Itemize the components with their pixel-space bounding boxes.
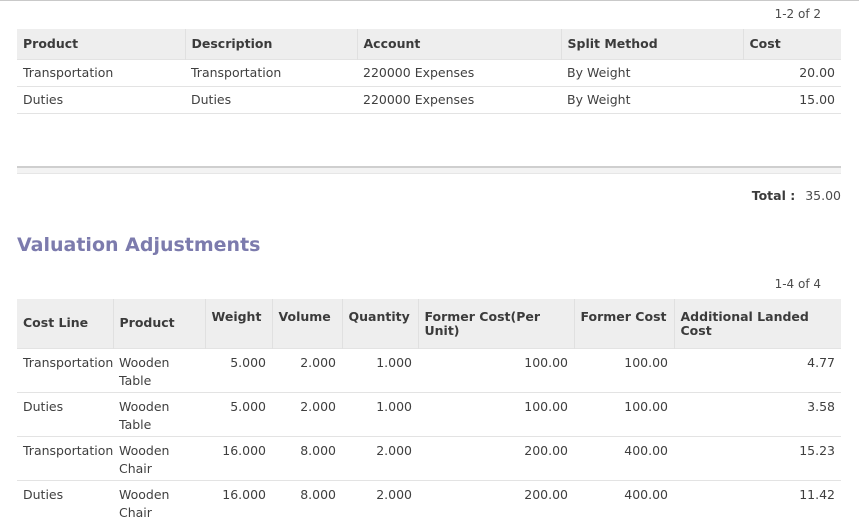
total-summary: Total : 35.00 [752, 188, 841, 203]
col-weight[interactable]: Weight [205, 299, 273, 348]
cell-weight: 5.000 [205, 347, 272, 392]
landed-cost-form: 1-2 of 2 Product Description Account Spl… [0, 0, 859, 523]
cell-quantity: 1.000 [342, 347, 418, 392]
col-product[interactable]: Product [17, 29, 186, 59]
cell-volume: 8.000 [272, 435, 342, 480]
col-account[interactable]: Account [357, 29, 562, 59]
cell-product: Wooden Chair [113, 479, 205, 523]
col-former-cost-per-unit[interactable]: Former Cost(Per Unit) [418, 299, 575, 348]
cell-former-cost: 100.00 [574, 347, 674, 392]
cell-weight: 16.000 [205, 435, 272, 480]
cell-account: 220000 Expenses [357, 85, 561, 113]
table-row[interactable]: Transportation Wooden Chair 16.000 8.000… [17, 435, 841, 480]
cell-cost: 15.00 [743, 85, 841, 113]
table-row[interactable]: Transportation Transportation 220000 Exp… [17, 58, 841, 86]
col-cost-line[interactable]: Cost Line [17, 299, 114, 348]
cost-lines-pager[interactable]: 1-2 of 2 [775, 7, 821, 21]
cell-former-cost-per-unit: 100.00 [418, 391, 574, 436]
cell-cost-line: Duties [17, 391, 113, 436]
cell-additional-landed-cost: 3.58 [674, 391, 841, 436]
cell-additional-landed-cost: 11.42 [674, 479, 841, 523]
cell-former-cost: 100.00 [574, 391, 674, 436]
col-product[interactable]: Product [113, 299, 206, 348]
cell-description: Transportation [185, 58, 357, 86]
table-row[interactable]: Transportation Wooden Table 5.000 2.000 … [17, 347, 841, 392]
cell-additional-landed-cost: 15.23 [674, 435, 841, 480]
table-row[interactable]: Duties Wooden Chair 16.000 8.000 2.000 2… [17, 479, 841, 523]
cell-former-cost: 400.00 [574, 435, 674, 480]
col-former-cost[interactable]: Former Cost [574, 299, 675, 348]
cell-cost-line: Transportation [17, 347, 113, 392]
cell-quantity: 1.000 [342, 391, 418, 436]
valuation-pager[interactable]: 1-4 of 4 [775, 277, 821, 291]
table-row[interactable]: Duties Duties 220000 Expenses By Weight … [17, 85, 841, 113]
col-volume[interactable]: Volume [272, 299, 343, 348]
cell-product: Wooden Chair [113, 435, 205, 480]
total-value: 35.00 [805, 188, 841, 203]
col-quantity[interactable]: Quantity [342, 299, 419, 348]
cell-former-cost-per-unit: 200.00 [418, 435, 574, 480]
table-footer-divider [17, 166, 841, 174]
col-cost[interactable]: Cost [743, 29, 841, 59]
cell-weight: 16.000 [205, 479, 272, 523]
cell-split-method: By Weight [561, 85, 743, 113]
cell-volume: 8.000 [272, 479, 342, 523]
cell-account: 220000 Expenses [357, 58, 561, 86]
cell-weight: 5.000 [205, 391, 272, 436]
cell-additional-landed-cost: 4.77 [674, 347, 841, 392]
valuation-header: Cost Line Product Weight Volume Quantity… [17, 299, 841, 348]
cell-quantity: 2.000 [342, 435, 418, 480]
cell-product: Wooden Table [113, 347, 205, 392]
cell-former-cost-per-unit: 200.00 [418, 479, 574, 523]
col-description[interactable]: Description [185, 29, 358, 59]
cell-former-cost: 400.00 [574, 479, 674, 523]
cell-description: Duties [185, 85, 357, 113]
cell-product: Duties [17, 85, 185, 113]
col-additional-landed-cost[interactable]: Additional Landed Cost [674, 299, 841, 348]
empty-row [17, 112, 841, 140]
cost-lines-table: Product Description Account Split Method… [17, 29, 841, 140]
cell-cost-line: Duties [17, 479, 113, 523]
cell-product: Wooden Table [113, 391, 205, 436]
cell-former-cost-per-unit: 100.00 [418, 347, 574, 392]
cost-lines-header: Product Description Account Split Method… [17, 29, 841, 59]
section-title: Valuation Adjustments [17, 234, 261, 256]
cell-product: Transportation [17, 58, 185, 86]
cell-cost: 20.00 [743, 58, 841, 86]
col-split-method[interactable]: Split Method [561, 29, 744, 59]
cell-volume: 2.000 [272, 347, 342, 392]
cell-quantity: 2.000 [342, 479, 418, 523]
valuation-table: Cost Line Product Weight Volume Quantity… [17, 299, 841, 523]
total-label: Total : [751, 188, 796, 203]
cell-cost-line: Transportation [17, 435, 113, 480]
cell-volume: 2.000 [272, 391, 342, 436]
cell-split-method: By Weight [561, 58, 743, 86]
table-row[interactable]: Duties Wooden Table 5.000 2.000 1.000 10… [17, 391, 841, 436]
